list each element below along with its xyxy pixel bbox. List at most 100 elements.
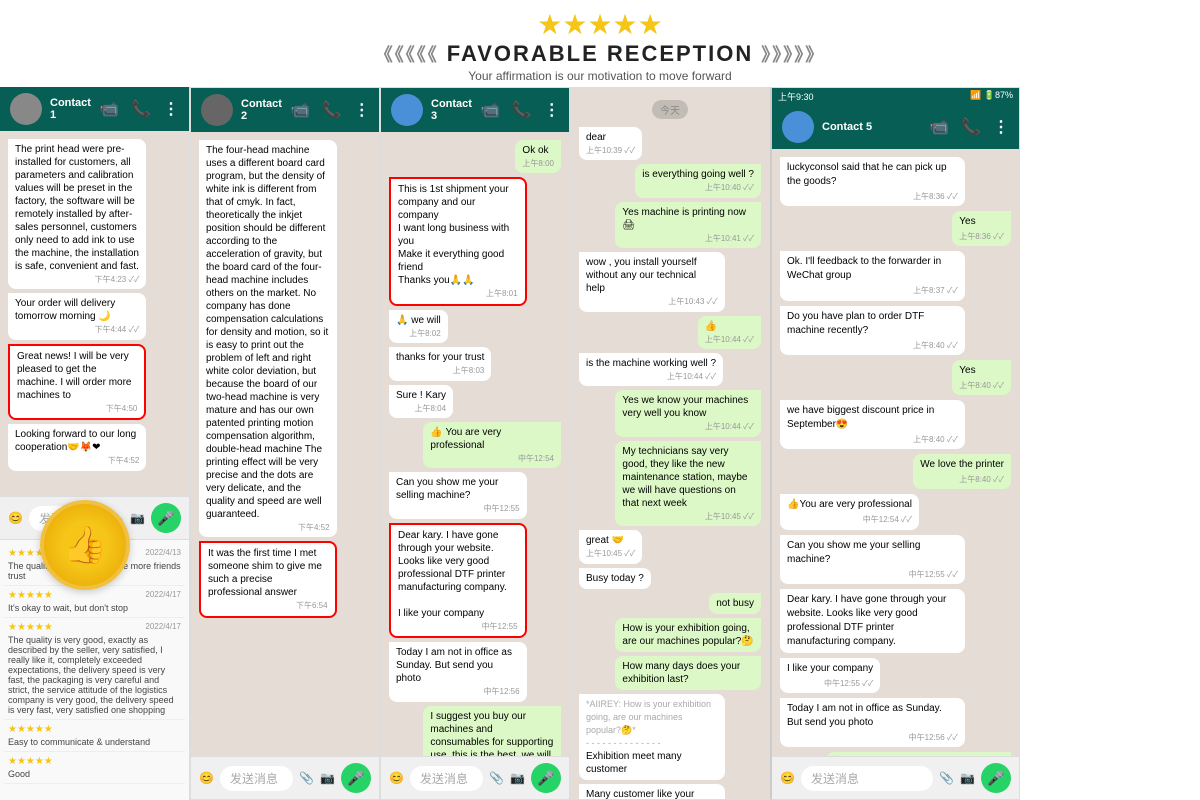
col5-msg-12: Today I am not in office as Sunday. But …: [780, 698, 965, 747]
col3-menu-icon[interactable]: ⋮: [544, 100, 560, 120]
review-text-5: Good: [8, 769, 181, 779]
col1-chat-body: The print head were pre-installed for cu…: [0, 131, 189, 496]
col5-msg-2: Yes上午8:36 ✓✓: [952, 211, 1011, 246]
arrows-left: 《《《《《: [375, 41, 439, 67]
col5-msg-4: Do you have plan to order DTF machine re…: [780, 306, 965, 355]
review-text-4: Easy to communicate & understand: [8, 737, 181, 747]
col5-status-bar: 上午9:30 📶 🔋87%: [772, 88, 1019, 105]
col3-msg-5: Sure ! Kary 上午8:04: [389, 385, 453, 418]
col2-header-icons: 📹 📞 ⋮: [290, 100, 370, 120]
col5-msg-3: Ok. I'll feedback to the forwarder in We…: [780, 251, 965, 300]
col5-attach-icon[interactable]: 📎: [939, 771, 954, 785]
favorable-subtitle: Your affirmation is our motivation to mo…: [0, 69, 1200, 83]
col5-msg-1: luckyconsol said that he can pick up the…: [780, 157, 965, 206]
col5-msg-8: 👍You are very professional中午12:54 ✓✓: [780, 494, 919, 529]
col3-msg-8: Dear kary. I have gone through your webs…: [389, 523, 527, 638]
col5-msg-9: Can you show me your selling machine?中午1…: [780, 535, 965, 584]
col5-send-button[interactable]: 🎤: [981, 763, 1011, 793]
col5-chat-header: Contact 5 📹 📞 ⋮: [772, 105, 1019, 149]
col2-chat-body: The four-head machine uses a different b…: [191, 132, 379, 756]
review-date-3: 2022/4/17: [145, 622, 181, 631]
col1-chat: Contact 1 📹 📞 ⋮ The print head were pre-…: [0, 87, 189, 540]
col5: 上午9:30 📶 🔋87% Contact 5 📹 📞 ⋮ luckyconso…: [770, 87, 1020, 800]
col4-msg-12: How is your exhibition going, are our ma…: [615, 618, 761, 652]
col3-camera-icon[interactable]: 📷: [510, 771, 525, 785]
col2-call-icon[interactable]: 📞: [322, 100, 342, 120]
col2-menu-icon[interactable]: ⋮: [354, 100, 370, 120]
col5-msg-6: we have biggest discount price in Septem…: [780, 400, 965, 449]
col2-emoji-icon[interactable]: 😊: [199, 771, 214, 785]
col2-input[interactable]: 发送消息: [220, 766, 293, 791]
col3-msg-7: Can you show me your selling machine? 中午…: [389, 472, 527, 518]
col1-header-icons: 📹 📞 ⋮: [99, 99, 179, 119]
col3-input[interactable]: 发送消息: [410, 766, 483, 791]
col3-video-icon[interactable]: 📹: [480, 100, 500, 120]
col3-chat-footer[interactable]: 😊 发送消息 📎 📷 🎤: [381, 756, 569, 799]
arrows-right: 》》》》》: [761, 41, 825, 67]
col5-avatar: [782, 111, 814, 143]
col2-chat-name: Contact 2: [241, 98, 282, 122]
col2-camera-icon[interactable]: 📷: [320, 771, 335, 785]
col1-reviews: Contact 1 📹 📞 ⋮ The print head were pre-…: [0, 87, 190, 800]
col3-msg-4: thanks for your trust 上午8:03: [389, 347, 491, 380]
col3: Contact 3 📹 📞 ⋮ Ok ok 上午8:00 This is 1st: [380, 87, 570, 800]
col2-msg-2: It was the first time I met someone shim…: [199, 541, 337, 617]
col4-msg-10: Busy today ?: [579, 568, 651, 589]
col5-msg-7-love-the-printer: We love the printer上午8:40 ✓✓: [913, 454, 1011, 489]
col5-chat-name: Contact 5: [822, 121, 872, 133]
col3-msg-9: Today I am not in office as Sunday. But …: [389, 642, 527, 701]
col5-camera-icon[interactable]: 📷: [960, 771, 975, 785]
col5-emoji-icon[interactable]: 😊: [780, 771, 795, 785]
col5-msg-10: Dear kary. I have gone through your webs…: [780, 589, 965, 653]
col3-chat-header: Contact 3 📹 📞 ⋮: [381, 88, 569, 132]
col1-avatar: [10, 93, 42, 125]
col5-call-icon[interactable]: 📞: [961, 117, 981, 137]
col5-input[interactable]: 发送消息: [801, 766, 933, 791]
review-stars-3: ★★★★★: [8, 622, 53, 633]
bubble-4: Looking forward to our long cooperation🤝…: [8, 424, 146, 470]
col4-msg-14: *AIIREY: How is your exhibition going, a…: [579, 694, 725, 780]
col5-video-icon[interactable]: 📹: [929, 117, 949, 137]
thumbs-up-icon: 👍: [63, 524, 108, 566]
col4-msg-3: Yes machine is printing now🖨上午10:41 ✓✓: [615, 202, 761, 248]
call-icon[interactable]: 📞: [131, 99, 151, 119]
col3-attach-icon[interactable]: 📎: [489, 771, 504, 785]
send-button[interactable]: 🎤: [151, 503, 181, 533]
col3-chat-body: Ok ok 上午8:00 This is 1st shipment your c…: [381, 132, 569, 756]
review-item-3: ★★★★★ 2022/4/17 The quality is very good…: [4, 618, 185, 720]
col5-chat-footer[interactable]: 😊 发送消息 📎 📷 🎤: [772, 756, 1019, 799]
col3-chat-window: Contact 3 📹 📞 ⋮ Ok ok 上午8:00 This is 1st: [381, 88, 569, 799]
col2-send-button[interactable]: 🎤: [341, 763, 371, 793]
col3-call-icon[interactable]: 📞: [512, 100, 532, 120]
col4-msg-1: dear上午10:39 ✓✓: [579, 127, 642, 160]
col5-msg-5: Yes上午8:40 ✓✓: [952, 360, 1011, 395]
col4-msg-7: Yes we know your machines very well you …: [615, 390, 761, 436]
message-4: Looking forward to our long cooperation🤝…: [8, 424, 146, 470]
emoji-icon[interactable]: 😊: [8, 511, 23, 525]
title-text: FAVORABLE RECEPTION: [447, 41, 754, 67]
col5-header-icons: 📹 📞 ⋮: [929, 117, 1009, 137]
review-stars-4: ★★★★★: [8, 724, 53, 735]
review-date-1: 2022/4/13: [145, 548, 181, 557]
menu-icon[interactable]: ⋮: [163, 99, 179, 119]
favorable-title: 《《《《《 FAVORABLE RECEPTION 》》》》》: [0, 41, 1200, 67]
col3-send-button[interactable]: 🎤: [531, 763, 561, 793]
col5-menu-icon[interactable]: ⋮: [993, 117, 1009, 137]
col5-msg-13: 您 I suggest you buy our machines and con…: [826, 752, 1011, 756]
col4-date-divider: 今天: [652, 100, 688, 119]
col2-attach-icon[interactable]: 📎: [299, 771, 314, 785]
col3-msg-10: I suggest you buy our machines and consu…: [423, 706, 561, 756]
col1-chat-window: Contact 1 📹 📞 ⋮ The print head were pre-…: [0, 87, 189, 539]
video-icon[interactable]: 📹: [99, 99, 119, 119]
col3-avatar: [391, 94, 423, 126]
star-rating: ★★★★★: [0, 8, 1200, 41]
col3-emoji-icon[interactable]: 😊: [389, 771, 404, 785]
col3-msg-6: 👍 You are very professional 中午12:54: [423, 422, 561, 468]
col3-header-icons: 📹 📞 ⋮: [480, 100, 560, 120]
col2-video-icon[interactable]: 📹: [290, 100, 310, 120]
col2-chat-footer[interactable]: 😊 发送消息 📎 📷 🎤: [191, 756, 379, 799]
message-1: The print head were pre-installed for cu…: [8, 139, 146, 289]
col4-chat-window: 今天 dear上午10:39 ✓✓ is everything going we…: [571, 88, 769, 799]
col3-msg-3: 🙏 we will 上午8:02: [389, 310, 448, 343]
col4-msg-6: is the machine working well ?上午10:44 ✓✓: [579, 353, 723, 386]
